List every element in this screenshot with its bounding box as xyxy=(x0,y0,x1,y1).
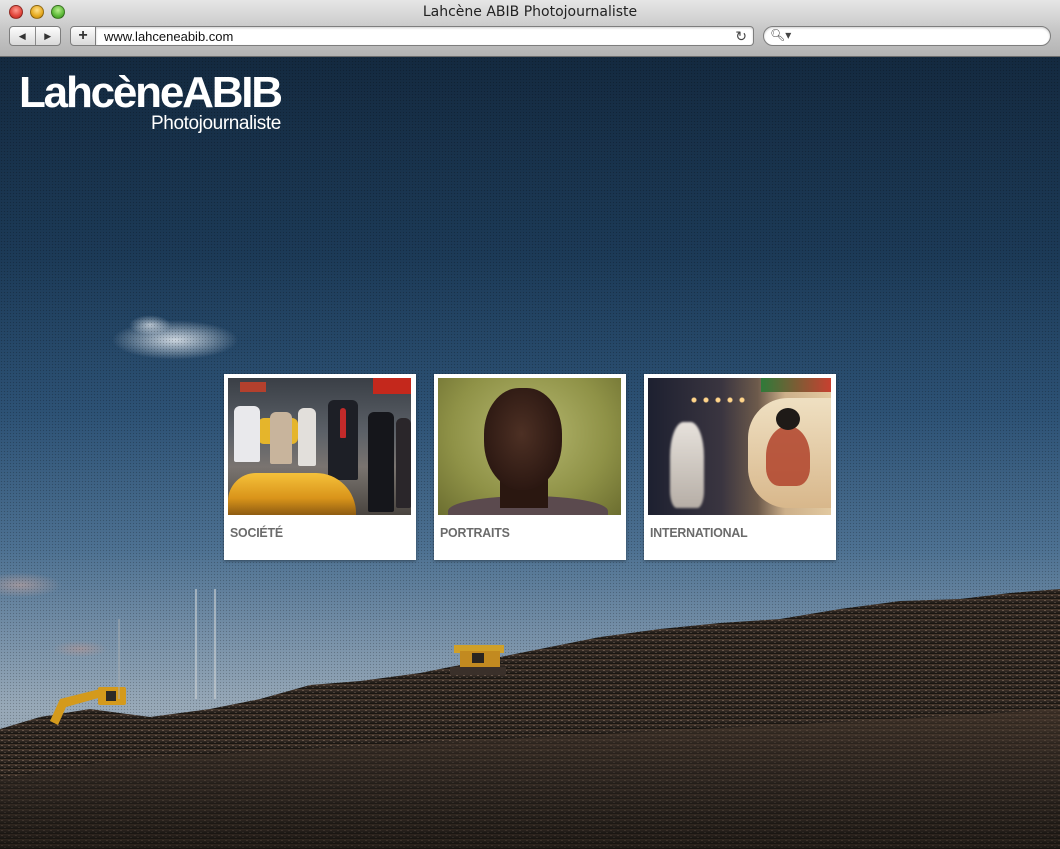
gallery-card-international[interactable]: INTERNATIONAL xyxy=(644,374,836,560)
search-field[interactable]: 🔍︎▾ xyxy=(763,26,1051,46)
site-logo[interactable]: LahcèneABIB Photojournaliste xyxy=(19,68,283,134)
url-text: www.lahceneabib.com xyxy=(104,28,234,44)
back-button[interactable]: ◀ xyxy=(10,27,35,45)
reload-icon[interactable]: ↻ xyxy=(735,28,747,45)
window-title: Lahcène ABIB Photojournaliste xyxy=(422,4,638,20)
back-arrow-icon: ◀ xyxy=(18,30,26,41)
gallery-thumbnail[interactable] xyxy=(438,378,621,515)
history-nav: ◀ ▶ xyxy=(9,26,61,46)
logo-tagline: Photojournaliste xyxy=(151,113,281,134)
gallery-label[interactable]: PORTRAITS xyxy=(440,525,613,540)
gallery-card-portraits[interactable]: PORTRAITS xyxy=(434,374,626,560)
gallery-label[interactable]: SOCIÉTÉ xyxy=(230,525,403,540)
browser-toolbar: Lahcène ABIB Photojournaliste ◀ ▶ + www.… xyxy=(0,0,1060,57)
logo-name: LahcèneABIB xyxy=(19,68,283,117)
forward-arrow-icon: ▶ xyxy=(44,30,52,41)
address-bar[interactable]: www.lahceneabib.com ↻ xyxy=(96,26,754,46)
search-icon: 🔍︎▾ xyxy=(770,28,792,42)
gallery-label[interactable]: INTERNATIONAL xyxy=(650,525,823,540)
gallery-list: SOCIÉTÉ PORTRAITS INTERNATIONAL xyxy=(224,374,836,560)
gallery-card-societe[interactable]: SOCIÉTÉ xyxy=(224,374,416,560)
add-bookmark-button[interactable]: + xyxy=(70,26,96,46)
background-landfill-image xyxy=(0,589,1060,849)
page-content: LahcèneABIB Photojournaliste SOCIÉTÉ POR… xyxy=(0,57,1060,849)
gallery-thumbnail[interactable] xyxy=(228,378,411,515)
gallery-thumbnail[interactable] xyxy=(648,378,831,515)
forward-button[interactable]: ▶ xyxy=(34,27,61,45)
